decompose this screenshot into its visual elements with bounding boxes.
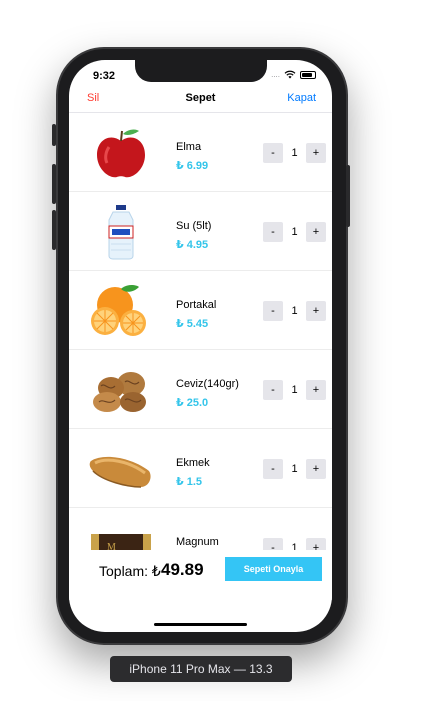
quantity-stepper: - 1 + bbox=[263, 222, 326, 242]
increase-button[interactable]: + bbox=[306, 380, 326, 400]
cart-row: Ceviz(140gr) ₺ 25.0 - 1 + bbox=[69, 350, 332, 429]
item-price: ₺ 4.95 bbox=[176, 239, 209, 251]
cart-row: M Magnum - 1 + bbox=[69, 508, 332, 550]
item-price: ₺ 6.99 bbox=[176, 160, 209, 172]
decrease-button[interactable]: - bbox=[263, 459, 283, 479]
cart-row: Ekmek ₺ 1.5 - 1 + bbox=[69, 429, 332, 508]
confirm-cart-button[interactable]: Sepeti Onayla bbox=[225, 557, 322, 581]
ice-cream-icon: M bbox=[91, 534, 151, 550]
battery-icon bbox=[300, 70, 316, 79]
simulator-stage: 9:32 .... Sil Sepet Kapat Elma ₺ 6.99 - … bbox=[0, 0, 439, 701]
orange-icon bbox=[91, 285, 146, 336]
decrease-button[interactable]: - bbox=[263, 143, 283, 163]
water-bottle-icon bbox=[108, 205, 134, 260]
quantity-value: 1 bbox=[291, 384, 298, 396]
quantity-value: 1 bbox=[291, 147, 298, 159]
status-icons: .... bbox=[271, 70, 316, 79]
cart-row: Su (5lt) ₺ 4.95 - 1 + bbox=[69, 192, 332, 271]
home-indicator[interactable] bbox=[154, 623, 247, 626]
navigation-bar: Sil Sepet Kapat bbox=[69, 88, 332, 113]
item-name: Magnum bbox=[176, 536, 219, 548]
signal-icon: .... bbox=[271, 70, 280, 79]
decrease-button[interactable]: - bbox=[263, 301, 283, 321]
phone-screen: 9:32 .... Sil Sepet Kapat Elma ₺ 6.99 - … bbox=[69, 60, 332, 632]
quantity-value: 1 bbox=[291, 463, 298, 475]
mute-switch bbox=[52, 124, 56, 146]
total-value: 49.89 bbox=[161, 560, 204, 579]
power-button bbox=[346, 165, 350, 227]
device-label: iPhone 11 Pro Max — 13.3 bbox=[110, 656, 292, 682]
volume-down-button bbox=[52, 210, 56, 250]
quantity-stepper: - 1 + bbox=[263, 301, 326, 321]
volume-up-button bbox=[52, 164, 56, 204]
wifi-icon bbox=[284, 70, 296, 79]
decrease-button[interactable]: - bbox=[263, 538, 283, 550]
cart-list[interactable]: Elma ₺ 6.99 - 1 + Su (5lt) ₺ 4.95 - 1 + … bbox=[69, 113, 332, 550]
increase-button[interactable]: + bbox=[306, 538, 326, 550]
cart-row: Elma ₺ 6.99 - 1 + bbox=[69, 113, 332, 192]
bread-icon bbox=[89, 456, 151, 488]
increase-button[interactable]: + bbox=[306, 459, 326, 479]
status-time: 9:32 bbox=[93, 70, 116, 82]
item-name: Ceviz(140gr) bbox=[176, 378, 239, 390]
quantity-value: 1 bbox=[291, 226, 298, 238]
quantity-value: 1 bbox=[291, 542, 298, 550]
increase-button[interactable]: + bbox=[306, 143, 326, 163]
decrease-button[interactable]: - bbox=[263, 222, 283, 242]
item-name: Ekmek bbox=[176, 457, 210, 469]
item-name: Portakal bbox=[176, 299, 217, 311]
item-name: Su (5lt) bbox=[176, 220, 212, 232]
item-price: ₺ 1.5 bbox=[176, 476, 203, 488]
item-price: ₺ 5.45 bbox=[176, 318, 209, 330]
item-name: Elma bbox=[176, 141, 202, 153]
increase-button[interactable]: + bbox=[306, 301, 326, 321]
cart-row: Portakal ₺ 5.45 - 1 + bbox=[69, 271, 332, 350]
quantity-stepper: - 1 + bbox=[263, 380, 326, 400]
notch bbox=[135, 60, 267, 82]
cart-footer: Toplam: ₺ 49.89 Sepeti Onayla bbox=[69, 550, 332, 600]
increase-button[interactable]: + bbox=[306, 222, 326, 242]
apple-icon bbox=[97, 129, 145, 178]
quantity-stepper: - 1 + bbox=[263, 459, 326, 479]
quantity-stepper: - 1 + bbox=[263, 143, 326, 163]
svg-text:M: M bbox=[107, 542, 116, 550]
quantity-stepper: - 1 + bbox=[263, 538, 326, 550]
total-label: Toplam: ₺ bbox=[99, 563, 161, 579]
quantity-value: 1 bbox=[291, 305, 298, 317]
close-button[interactable]: Kapat bbox=[287, 92, 316, 104]
decrease-button[interactable]: - bbox=[263, 380, 283, 400]
item-price: ₺ 25.0 bbox=[176, 397, 209, 409]
walnut-icon bbox=[93, 372, 146, 412]
